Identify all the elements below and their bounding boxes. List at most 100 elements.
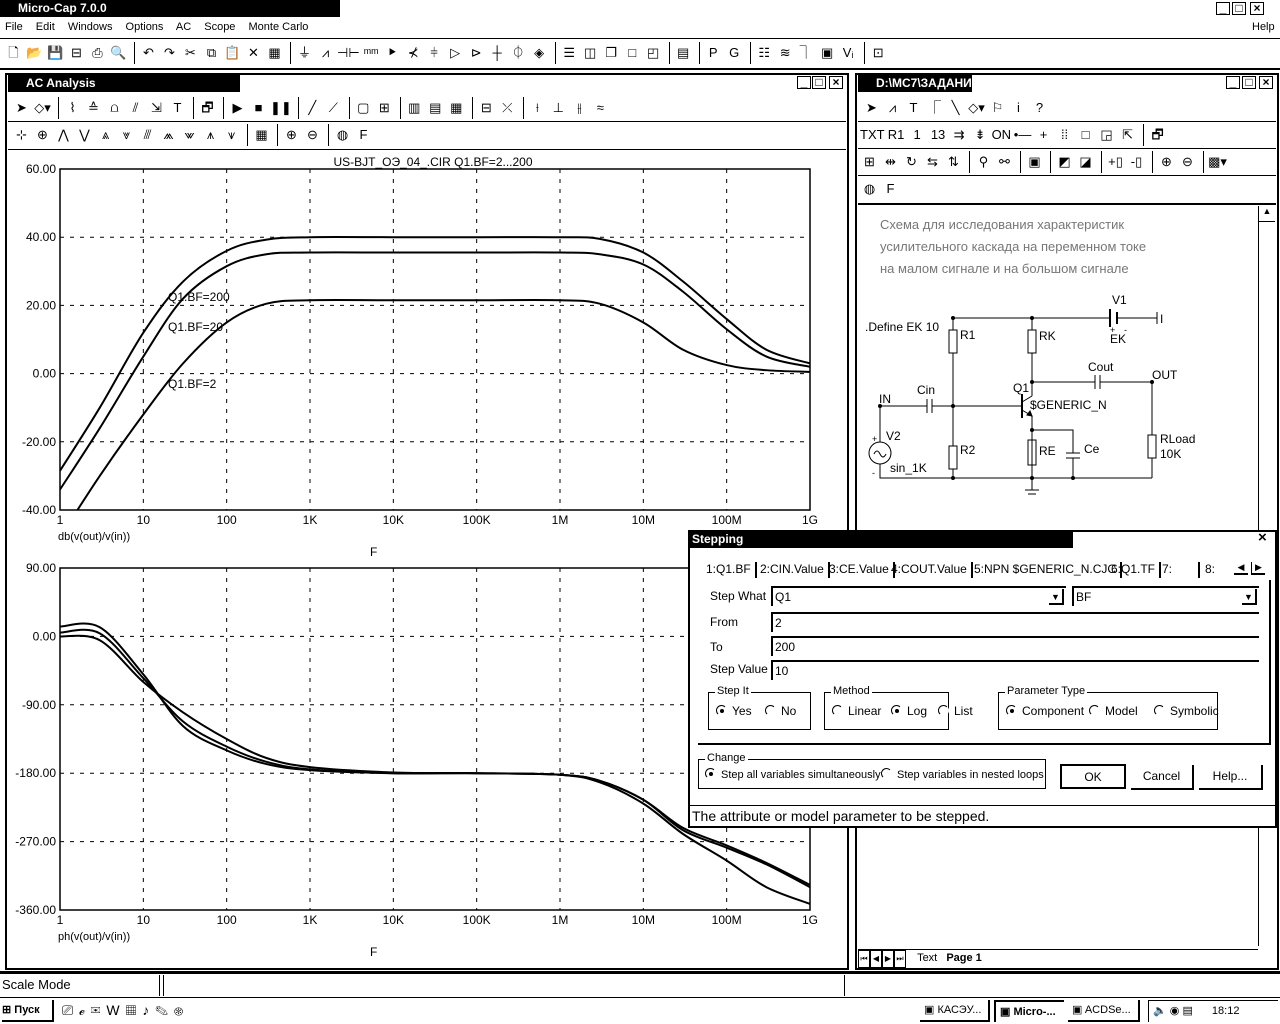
fill-color-icon[interactable]: ▩▾ [1208, 152, 1227, 172]
title-block-icon[interactable]: ◲ [1097, 125, 1116, 145]
task-microcap[interactable]: ▣ Micro-... [994, 1000, 1064, 1022]
param-model-radio[interactable]: Model [1089, 704, 1138, 718]
info-icon[interactable]: i [1009, 98, 1028, 118]
first-page-icon[interactable]: ⏮ [858, 950, 870, 968]
find-icon[interactable]: ⚲ [974, 152, 993, 172]
chevron-down-icon[interactable]: ▼ [1049, 589, 1064, 605]
display-icon[interactable]: ▣ [1025, 152, 1044, 172]
to-input[interactable]: 200 [771, 636, 1259, 656]
node-voltages-icon[interactable]: 13 [929, 125, 948, 145]
app-maximize-button[interactable]: □ [1232, 2, 1246, 15]
diagonal-wire-icon[interactable]: ╲ [946, 98, 965, 118]
tab-q1-bf[interactable]: 1:Q1.BF [706, 562, 757, 578]
tab-cout-value[interactable]: 4:COUT.Value [891, 562, 973, 578]
music-icon[interactable]: ♪ [142, 1002, 155, 1018]
tab-scroll-left-icon[interactable]: ◀ [1234, 562, 1248, 575]
wire-icon[interactable]: ⩘ [883, 98, 902, 118]
word-icon[interactable]: W [106, 1002, 125, 1018]
border-icon[interactable]: □ [1076, 125, 1095, 145]
grid-dots-icon[interactable]: ⁞⁞ [1055, 125, 1074, 145]
rotate-box-icon[interactable]: ⊞ [860, 152, 879, 172]
find-all-icon[interactable]: ⚯ [995, 152, 1014, 172]
show-pins-icon[interactable]: ⇱ [1118, 125, 1137, 145]
remove-page-icon[interactable]: -▯ [1127, 152, 1146, 172]
start-button[interactable]: ⊞ Пуск [2, 1000, 54, 1022]
param-symbolic-radio[interactable]: Symbolic [1154, 704, 1219, 718]
power-icon[interactable]: ⇟ [971, 125, 990, 145]
outlook-icon[interactable]: ✉ [91, 1002, 107, 1018]
change-simultaneous-radio[interactable]: Step all variables simultaneously [705, 768, 881, 781]
paint-icon[interactable]: ✎ [155, 1002, 174, 1018]
ie-icon[interactable]: ℯ [79, 1002, 90, 1018]
wire-orthogonal-icon[interactable]: ⎾ [925, 98, 944, 118]
next-page-icon[interactable]: ▶ [882, 950, 894, 968]
zoom-out-icon[interactable]: ⊖ [1178, 152, 1197, 172]
help-button[interactable]: Help... [1199, 765, 1263, 790]
tab-npn-cjc[interactable]: 5:NPN $GENERIC_N.CJC [974, 562, 1123, 578]
schematic-close-button[interactable]: × [1259, 76, 1273, 89]
schematic-canvas[interactable]: Схема для исследования характеристик уси… [855, 205, 1255, 505]
method-log-radio[interactable]: Log [891, 704, 927, 718]
step-what-parameter-select[interactable]: BF ▼ [1072, 586, 1259, 606]
step-it-no-radio[interactable]: No [765, 704, 796, 718]
zoom-in-icon[interactable]: ⊕ [1157, 152, 1176, 172]
last-page-icon[interactable]: ⏭ [894, 950, 906, 968]
tab-page-1[interactable]: Page 1 [946, 952, 981, 964]
volume-icon[interactable]: 🔈 [1153, 1005, 1167, 1017]
keyboard-icon[interactable]: ▤ [1182, 1005, 1192, 1017]
font-icon[interactable]: F [881, 179, 900, 199]
task-acdsee[interactable]: ▣ ACDSe... [1068, 1000, 1140, 1022]
step-it-yes-radio[interactable]: Yes [716, 704, 752, 718]
text-tool-icon[interactable]: T [904, 98, 923, 118]
cancel-button[interactable]: Cancel [1131, 765, 1194, 790]
crosshair-icon[interactable]: + [1034, 125, 1053, 145]
step-value-input[interactable]: 10 [771, 660, 1259, 680]
flag-icon[interactable]: ⚐ [988, 98, 1007, 118]
shapes-icon[interactable]: ◇▾ [967, 98, 986, 118]
menu-help[interactable]: Help [1252, 21, 1275, 33]
add-page-icon[interactable]: +▯ [1106, 152, 1125, 172]
app-icon[interactable]: ⊛ [174, 1002, 189, 1018]
tab-q1-tf[interactable]: 6:Q1.TF [1111, 562, 1162, 578]
on-state-icon[interactable]: ON [992, 125, 1012, 145]
chevron-down-icon[interactable]: ▼ [1242, 589, 1257, 605]
step-what-component-select[interactable]: Q1 ▼ [771, 586, 1066, 606]
method-linear-radio[interactable]: Linear [832, 704, 881, 718]
ok-button[interactable]: OK [1060, 764, 1126, 789]
flip-y-icon[interactable]: ⇅ [944, 152, 963, 172]
flip-x-icon[interactable]: ⇆ [923, 152, 942, 172]
task-kasey[interactable]: ▣ КАСЭУ... [920, 1000, 990, 1022]
from-input[interactable]: 2 [771, 612, 1259, 632]
tab-scroll-right-icon[interactable]: ▶ [1251, 562, 1265, 575]
back-icon[interactable]: ◪ [1076, 152, 1095, 172]
tab-ce-value[interactable]: 3:CE.Value [829, 562, 895, 578]
text-mode-icon[interactable]: TXT [860, 125, 885, 145]
prev-page-icon[interactable]: ◀ [870, 950, 882, 968]
tab-8[interactable]: 8: [1205, 562, 1219, 578]
schematic-maximize-button[interactable]: □ [1242, 76, 1256, 89]
desktop-icon[interactable]: ⎚ [62, 1002, 79, 1018]
schematic-minimize-button[interactable]: _ [1226, 76, 1240, 89]
param-component-radio[interactable]: Component [1006, 704, 1084, 718]
check-icon[interactable]: ⊡ [869, 43, 888, 63]
app-close-button[interactable]: × [1250, 2, 1264, 15]
method-list-radio[interactable]: List [938, 704, 973, 718]
change-nested-radio[interactable]: Step variables in nested loops [881, 768, 1044, 781]
mirror-icon[interactable]: ⇹ [881, 152, 900, 172]
calc-icon[interactable]: ▦ [126, 1002, 143, 1018]
tab-cin-value[interactable]: 2:CIN.Value [760, 562, 830, 578]
tab-text[interactable]: Text [917, 952, 937, 964]
tab-7[interactable]: 7: [1162, 562, 1200, 578]
pin-connections-icon[interactable]: •— [1013, 125, 1032, 145]
rotate-icon[interactable]: ↻ [902, 152, 921, 172]
app-minimize-button[interactable]: _ [1216, 2, 1230, 15]
current-icon[interactable]: ⇉ [950, 125, 969, 145]
scroll-up-arrow-icon[interactable]: ▲ [1259, 206, 1275, 222]
select-arrow-icon[interactable]: ➤ [862, 98, 881, 118]
color-icon[interactable]: ◍ [860, 179, 879, 199]
attribute-text-icon[interactable]: R1 [887, 125, 906, 145]
stepping-close-button[interactable]: × [1258, 529, 1267, 546]
tray-icon[interactable]: ◉ [1170, 1005, 1180, 1017]
node-numbers-icon[interactable]: 1 [908, 125, 927, 145]
front-icon[interactable]: ◩ [1055, 152, 1074, 172]
